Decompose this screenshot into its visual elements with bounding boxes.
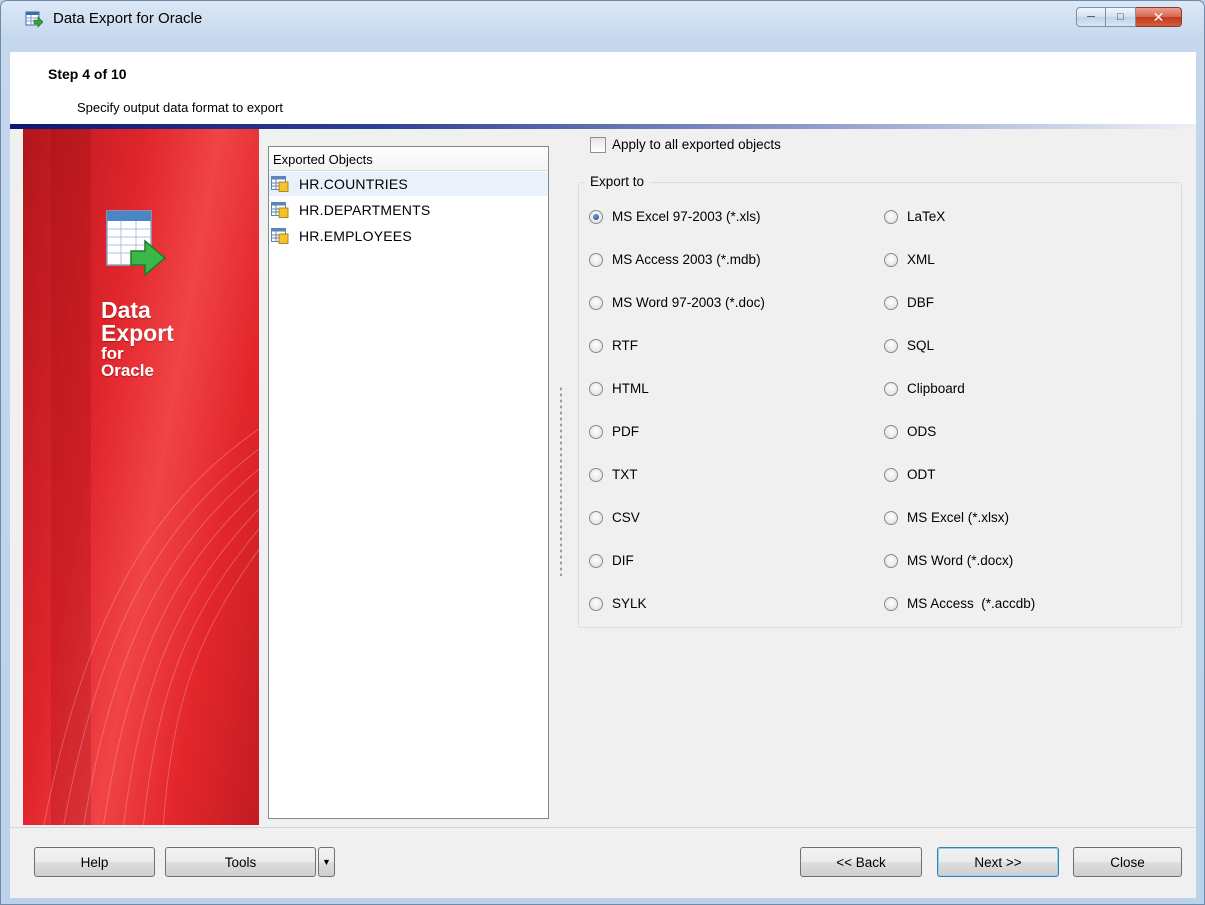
object-label: HR.COUNTRIES — [299, 176, 408, 192]
step-description: Specify output data format to export — [77, 100, 283, 115]
maximize-icon: □ — [1117, 11, 1124, 23]
product-name-line2: Export — [101, 320, 174, 346]
radio-button[interactable] — [884, 296, 898, 310]
minimize-icon: ─ — [1087, 11, 1095, 23]
table-icon — [271, 176, 289, 192]
product-name-line4: Oracle — [101, 361, 154, 380]
list-item[interactable]: HR.DEPARTMENTS — [269, 198, 548, 222]
tools-dropdown-button[interactable]: ▼ — [318, 847, 335, 877]
radio-button[interactable] — [589, 210, 603, 224]
close-button[interactable]: Close — [1073, 847, 1182, 877]
chevron-down-icon: ▼ — [322, 857, 331, 867]
export-to-group — [578, 182, 1182, 628]
radio-button[interactable] — [589, 382, 603, 396]
product-name-line3: for — [101, 344, 124, 363]
radio-button[interactable] — [884, 468, 898, 482]
radio-button[interactable] — [884, 511, 898, 525]
main-window: Data Export for Oracle ─ □ ✕ Step 4 of 1… — [0, 0, 1205, 905]
table-icon — [271, 202, 289, 218]
radio-button[interactable] — [884, 210, 898, 224]
title-bar[interactable]: Data Export for Oracle ─ □ ✕ — [1, 1, 1204, 37]
list-item[interactable]: HR.EMPLOYEES — [269, 224, 548, 248]
export-to-legend: Export to — [584, 174, 651, 189]
radio-button[interactable] — [589, 597, 603, 611]
minimize-button[interactable]: ─ — [1076, 7, 1106, 27]
radio-button[interactable] — [884, 425, 898, 439]
back-button[interactable]: << Back — [800, 847, 922, 877]
close-icon: ✕ — [1152, 8, 1165, 25]
radio-button[interactable] — [884, 339, 898, 353]
exported-objects-header[interactable]: Exported Objects — [269, 147, 548, 171]
radio-button[interactable] — [589, 296, 603, 310]
radio-button[interactable] — [589, 468, 603, 482]
exported-objects-list[interactable]: Exported Objects HR.COUNTRIES HR.DEPARTM… — [268, 146, 549, 819]
radio-button[interactable] — [884, 253, 898, 267]
apply-all-checkbox[interactable] — [590, 137, 606, 153]
radio-button[interactable] — [589, 554, 603, 568]
panel-splitter[interactable] — [559, 386, 563, 576]
radio-button[interactable] — [589, 253, 603, 267]
radio-button[interactable] — [884, 554, 898, 568]
product-name: Data Export for Oracle — [101, 297, 174, 380]
product-banner: Data Export for Oracle — [23, 129, 259, 825]
product-name-line1: Data — [101, 297, 151, 323]
wizard-header: Step 4 of 10 Specify output data format … — [10, 52, 1196, 124]
banner-decoration — [43, 429, 259, 825]
apply-all-label[interactable]: Apply to all exported objects — [612, 137, 781, 152]
table-icon — [271, 228, 289, 244]
maximize-button[interactable]: □ — [1106, 7, 1136, 27]
tools-button[interactable]: Tools — [165, 847, 316, 877]
radio-button[interactable] — [884, 597, 898, 611]
object-label: HR.DEPARTMENTS — [299, 202, 431, 218]
product-logo-icon — [106, 210, 167, 277]
radio-button[interactable] — [589, 511, 603, 525]
radio-button[interactable] — [884, 382, 898, 396]
window-title: Data Export for Oracle — [53, 10, 203, 27]
object-label: HR.EMPLOYEES — [299, 228, 412, 244]
radio-button[interactable] — [589, 339, 603, 353]
footer-divider — [10, 827, 1196, 828]
list-item[interactable]: HR.COUNTRIES — [269, 172, 548, 196]
radio-button[interactable] — [589, 425, 603, 439]
step-title: Step 4 of 10 — [48, 66, 127, 82]
next-button[interactable]: Next >> — [937, 847, 1059, 877]
close-window-button[interactable]: ✕ — [1136, 7, 1182, 27]
app-icon — [25, 11, 43, 28]
help-button[interactable]: Help — [34, 847, 155, 877]
